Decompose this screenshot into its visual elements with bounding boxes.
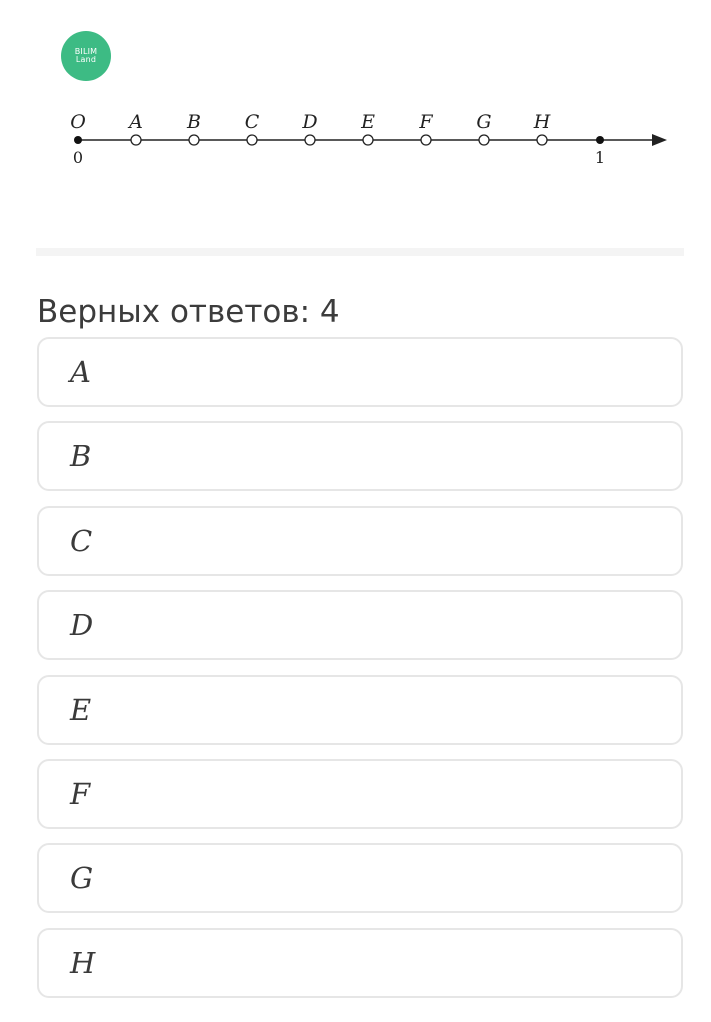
option-label: C: [70, 523, 93, 558]
number-line-point-a: [130, 134, 142, 146]
option-label: H: [70, 945, 96, 980]
number-line-point-b: [188, 134, 200, 146]
option-d[interactable]: D: [37, 590, 683, 661]
answers-count-text: Верных ответов: 4: [37, 294, 340, 330]
number-line-point-label-f: F: [418, 111, 433, 133]
number-line-arrow-icon: [652, 134, 667, 146]
number-line-point-label-b: B: [186, 111, 201, 133]
divider: [36, 248, 684, 256]
option-label: B: [70, 439, 92, 474]
number-line-point-g: [478, 134, 490, 146]
number-line-point-d: [304, 134, 316, 146]
option-f[interactable]: F: [37, 758, 683, 829]
option-c[interactable]: C: [37, 505, 683, 576]
number-line-point-h: [536, 134, 548, 146]
option-b[interactable]: B: [37, 421, 683, 492]
number-line-origin-point: [74, 136, 82, 144]
number-line-point-label-g: G: [476, 111, 491, 133]
option-label: D: [70, 608, 94, 643]
number-line-point-label-d: D: [301, 111, 317, 133]
option-label: F: [70, 776, 91, 811]
number-line-point-f: [420, 134, 432, 146]
number-line-one-label: 1: [595, 148, 605, 167]
option-e[interactable]: E: [37, 674, 683, 745]
bilimland-logo: BILIM Land: [61, 31, 111, 81]
number-line-figure: O 0 1 A B C D E F G H: [70, 111, 667, 167]
option-h[interactable]: H: [37, 927, 683, 998]
number-line-point-label-c: C: [245, 111, 260, 133]
options-list: A B C D E F G H: [37, 337, 683, 1012]
number-line-unit-point: [596, 136, 604, 144]
option-label: G: [70, 861, 94, 896]
number-line-point-label-e: E: [360, 111, 375, 133]
number-line-point-label-h: H: [533, 111, 551, 133]
option-label: E: [70, 692, 92, 727]
option-label: A: [70, 355, 91, 389]
number-line-point-e: [362, 134, 374, 146]
option-a[interactable]: A: [37, 337, 683, 407]
option-g[interactable]: G: [37, 843, 683, 914]
logo-line-2: Land: [75, 55, 97, 64]
number-line-point-label-a: A: [127, 111, 143, 133]
number-line-origin-label: O: [70, 111, 86, 133]
number-line-point-c: [246, 134, 258, 146]
number-line-zero-label: 0: [73, 148, 83, 167]
